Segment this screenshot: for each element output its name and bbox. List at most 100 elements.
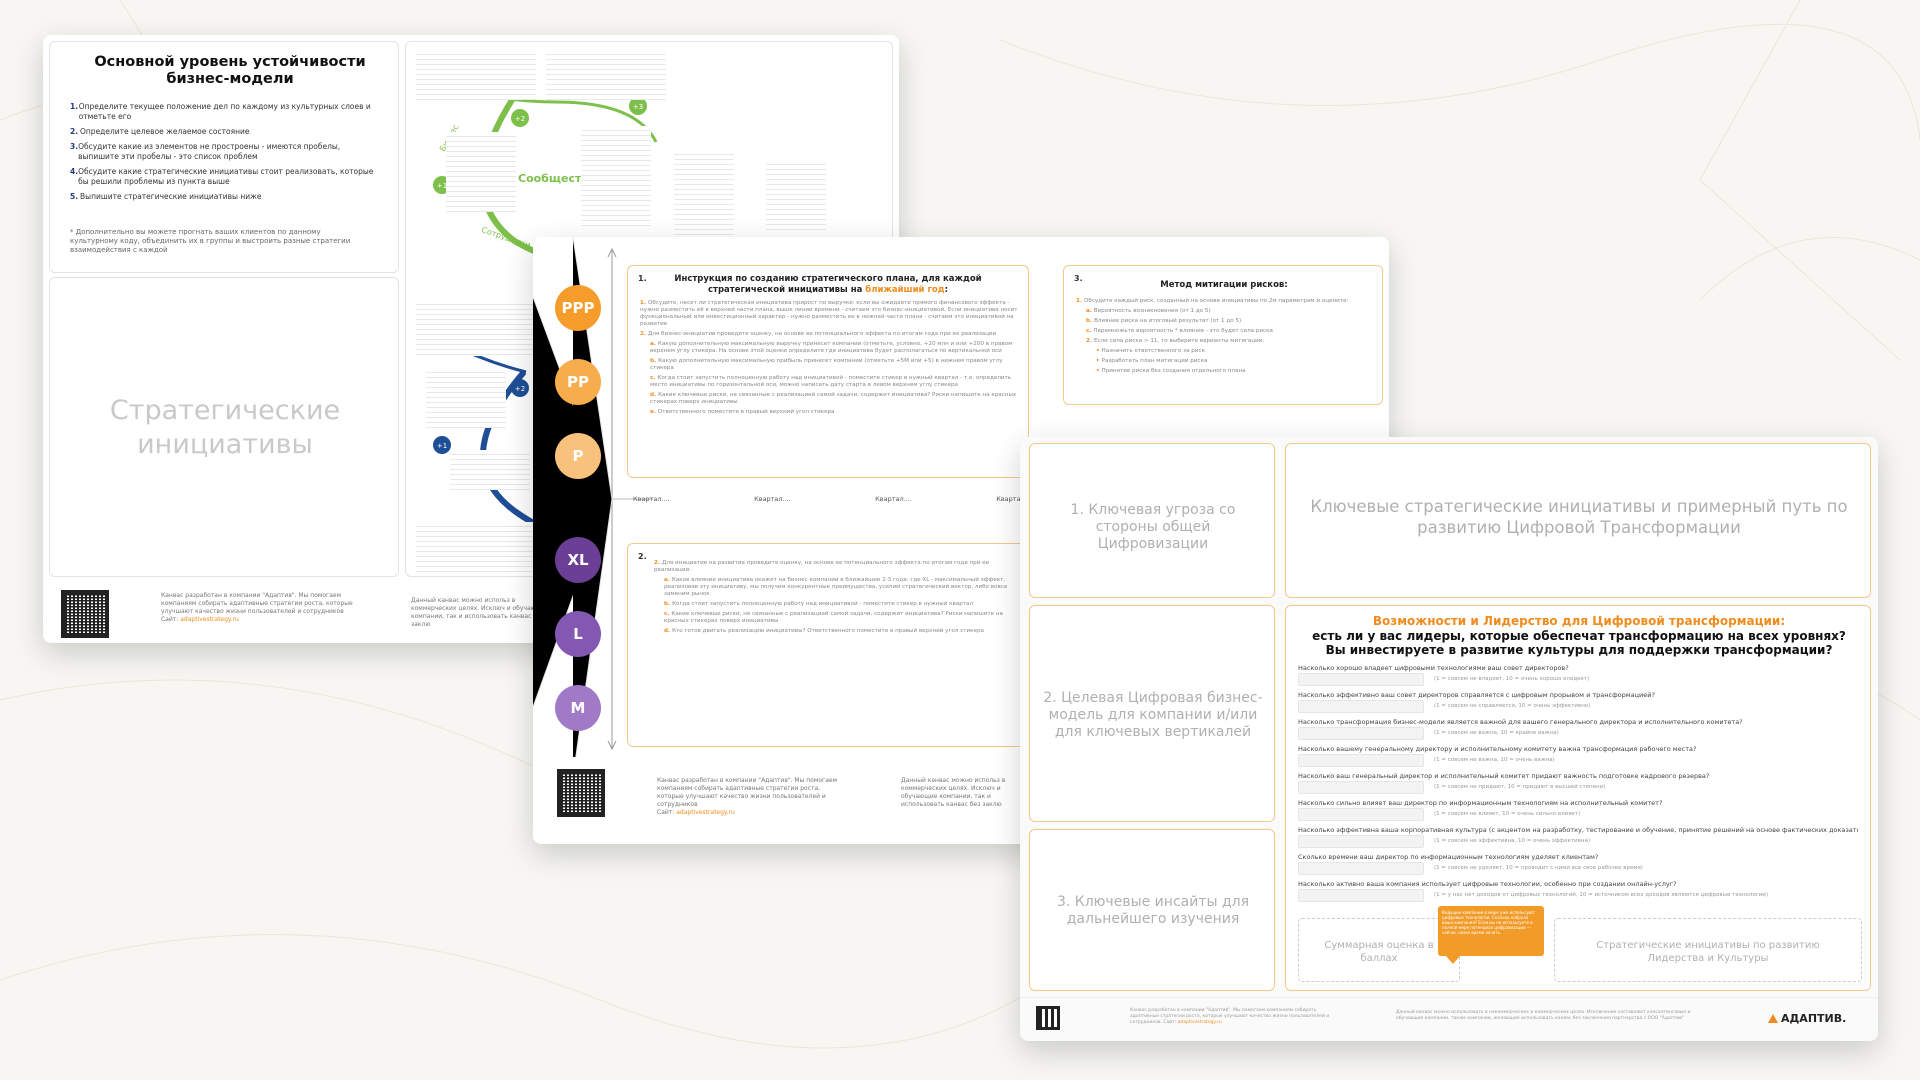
instruction-block-2: 2. 2. Для инициатив на развитие проведит… (627, 543, 1029, 747)
survey-answer-field[interactable] (1298, 835, 1424, 848)
arc-label: Сотрудники (480, 225, 531, 249)
list-item: • Назначить ответственного за риск (1096, 348, 1205, 354)
survey-title-highlight: Возможности и Лидерство для Цифровой тра… (1372, 614, 1786, 628)
survey-answer-field[interactable] (1298, 727, 1424, 740)
survey-question: Сколько времени ваш директор по информац… (1298, 853, 1599, 861)
survey-title: Возможности и Лидерство для Цифровой тра… (1296, 614, 1862, 658)
list-item: • Разработать план митигации риска (1096, 358, 1208, 364)
survey-scale-hint: (1 = совсем не важна, 10 = очень важна) (1434, 757, 1555, 763)
quarter-labels: Квартал.... Квартал.... Квартал.... Квар… (633, 495, 1033, 503)
step-item: 5. Выпишите стратегические инициативы ниж… (70, 192, 262, 201)
site-link[interactable]: adaptivestrategy.ru (180, 616, 239, 623)
score-box: Суммарная оценка в баллах (1298, 918, 1460, 982)
list-item: a. Какое влияние инициатива окажет на би… (664, 577, 1008, 597)
callout-bubble: Ведущие компании в мире уже используют ц… (1438, 906, 1544, 964)
list-item: • Принятие риска без создания отдельного… (1096, 368, 1246, 374)
block2-items: 2. Для инициатив на развитие проведите о… (654, 560, 1018, 638)
survey-question: Насколько эффективно ваш совет директоро… (1298, 691, 1655, 699)
list-item: d. Кто готов двигать реализацию инициати… (664, 628, 984, 634)
risk-items: 1. Обсудите каждый риск, созданный на ос… (1076, 298, 1372, 378)
instruction-block-1: 1. Инструкция по созданию стратегическог… (627, 265, 1029, 478)
step-item: 2. Определите целевое желаемое состояние (70, 127, 250, 136)
survey-question: Насколько сильно влияет ваш директор по … (1298, 799, 1663, 807)
quarter-label: Квартал.... (633, 495, 670, 503)
footer-right-text: Данный канвас можно использ в коммерческ… (901, 777, 1006, 808)
diagram-text-block (426, 368, 506, 428)
qr-code (557, 769, 605, 817)
block1-items: 1. Обсудите, несет ли стратегическая ини… (640, 300, 1018, 419)
badge-label: +1 (437, 442, 447, 450)
survey-title-line: Вы инвестируете в развитие культуры для … (1325, 643, 1833, 657)
instructions-box: Основной уровень устойчивости бизнес-мод… (49, 41, 399, 273)
diagram-text-block (450, 450, 530, 490)
survey-answer-field[interactable] (1298, 862, 1424, 875)
footer-right-text: Данный канвас можно использовать в неком… (1396, 1010, 1691, 1021)
survey-scale-hint: (1 = совсем не влияет, 10 = очень сильно… (1434, 811, 1581, 817)
block-number: 3. (1074, 274, 1083, 283)
list-item: 1. Обсудите каждый риск, созданный на ос… (1076, 298, 1349, 304)
survey-scale-hint: (1 = совсем не эффективна, 10 = очень эф… (1434, 838, 1590, 844)
initiatives-box: Стратегические инициативы (49, 277, 399, 577)
box-digital-threat-label: 1. Ключевая угроза со стороны общей Цифр… (1070, 502, 1236, 552)
survey-answer-field[interactable] (1298, 700, 1424, 713)
sheet3-footer: Канвас разработан в компании "Адаптив". … (1020, 997, 1878, 1041)
survey-question: Насколько активно ваша компания использу… (1298, 880, 1677, 888)
survey-answer-field[interactable] (1298, 781, 1424, 794)
footer-text: Канвас разработан в компании "Адаптив". … (161, 592, 353, 623)
risk-mitigation-block: 3. Метод митигации рисков: 1. Обсудите к… (1063, 265, 1383, 405)
list-item: b. Когда стоит запустить полноценную раб… (664, 601, 974, 607)
strategic-initiatives-label: Стратегические инициативы по развитию Ли… (1596, 940, 1820, 964)
badge-label: +2 (515, 115, 525, 123)
box-target-model: 2. Целевая Цифровая бизнес-модель для ко… (1029, 605, 1275, 822)
badge-label: +3 (633, 103, 643, 111)
step-item: 1. Определите текущее положение дел по ка… (70, 102, 371, 121)
risk-title: Метод митигации рисков: (1160, 280, 1288, 290)
sheet1-title: Основной уровень устойчивости бизнес-мод… (94, 54, 366, 87)
list-item: d. Какие ключевые риски, не связанные с … (650, 392, 1017, 405)
survey-question: Насколько хорошо владеет цифровыми техно… (1298, 664, 1569, 672)
survey-answer-field[interactable] (1298, 808, 1424, 821)
box-key-insights-label: 3. Ключевые инсайты для дальнейшего изуч… (1056, 894, 1250, 927)
site-link[interactable]: adaptivestrategy.ru (1178, 1020, 1222, 1025)
survey-question: Насколько ваш генеральный директор и исп… (1298, 772, 1710, 780)
survey-scale-hint: (1 = совсем не владеет, 10 = очень хорош… (1434, 676, 1590, 682)
logo-mark-icon (1768, 1014, 1778, 1023)
survey-question: Насколько трансформация бизнес-модели яв… (1298, 718, 1743, 726)
list-item: a. Вероятность возникновения (от 1 до 5) (1086, 308, 1211, 314)
block-number: 1. (638, 274, 647, 283)
strategic-initiatives-box: Стратегические инициативы по развитию Ли… (1554, 918, 1862, 982)
site-link[interactable]: adaptivestrategy.ru (676, 809, 735, 816)
priority-circle-p: P (555, 433, 601, 479)
score-label: Суммарная оценка в баллах (1324, 940, 1434, 964)
qr-code (61, 590, 109, 638)
diagram-text-block (674, 150, 734, 240)
survey-scale-hint: (1 = совсем не важна, 10 = крайне важна) (1434, 730, 1559, 736)
list-item: b. Какую дополнительную максимальную при… (650, 358, 1003, 371)
list-item: c. Когда стоит запустить полноценную раб… (650, 375, 1012, 388)
list-item: 1. Обсудите, несет ли стратегическая ини… (640, 300, 1018, 327)
diagram-text-block (546, 50, 666, 100)
badge-label: +2 (515, 385, 525, 393)
survey-answer-field[interactable] (1298, 889, 1424, 902)
priority-circle-l: L (555, 611, 601, 657)
survey-scale-hint: (1 = у нас нет доходов от цифровых техно… (1434, 892, 1768, 898)
quarter-label: Квартал.... (875, 495, 912, 503)
box-digital-threat: 1. Ключевая угроза со стороны общей Цифр… (1029, 443, 1275, 598)
survey-answer-field[interactable] (1298, 754, 1424, 767)
callout-text: Ведущие компании в мире уже используют ц… (1442, 910, 1535, 935)
survey-answer-field[interactable] (1298, 673, 1424, 686)
list-item: e. Ответственного поместите в правый вер… (650, 409, 835, 415)
callout-tail (1446, 956, 1460, 964)
adaptiv-logo: АДАПТИВ. (1768, 1012, 1846, 1025)
block-number: 2. (638, 552, 647, 561)
diagram-text-block (581, 126, 651, 226)
quarter-label: Квартал.... (754, 495, 791, 503)
box-strategic-path-label: Ключевые стратегические инициативы и при… (1310, 497, 1848, 537)
survey-title-line: есть ли у вас лидеры, которые обеспечат … (1312, 628, 1846, 643)
list-item: b. Влияние риска на итоговый результат (… (1086, 318, 1242, 324)
survey-question: Насколько эффективна ваша корпоративная … (1298, 826, 1858, 834)
survey-scale-hint: (1 = совсем не справляется, 10 = очень э… (1434, 703, 1591, 709)
box-key-insights: 3. Ключевые инсайты для дальнейшего изуч… (1029, 829, 1275, 991)
block1-title: Инструкция по созданию стратегического п… (674, 274, 982, 295)
survey-scale-hint: (1 = совсем не придают, 10 = придают в в… (1434, 784, 1606, 790)
